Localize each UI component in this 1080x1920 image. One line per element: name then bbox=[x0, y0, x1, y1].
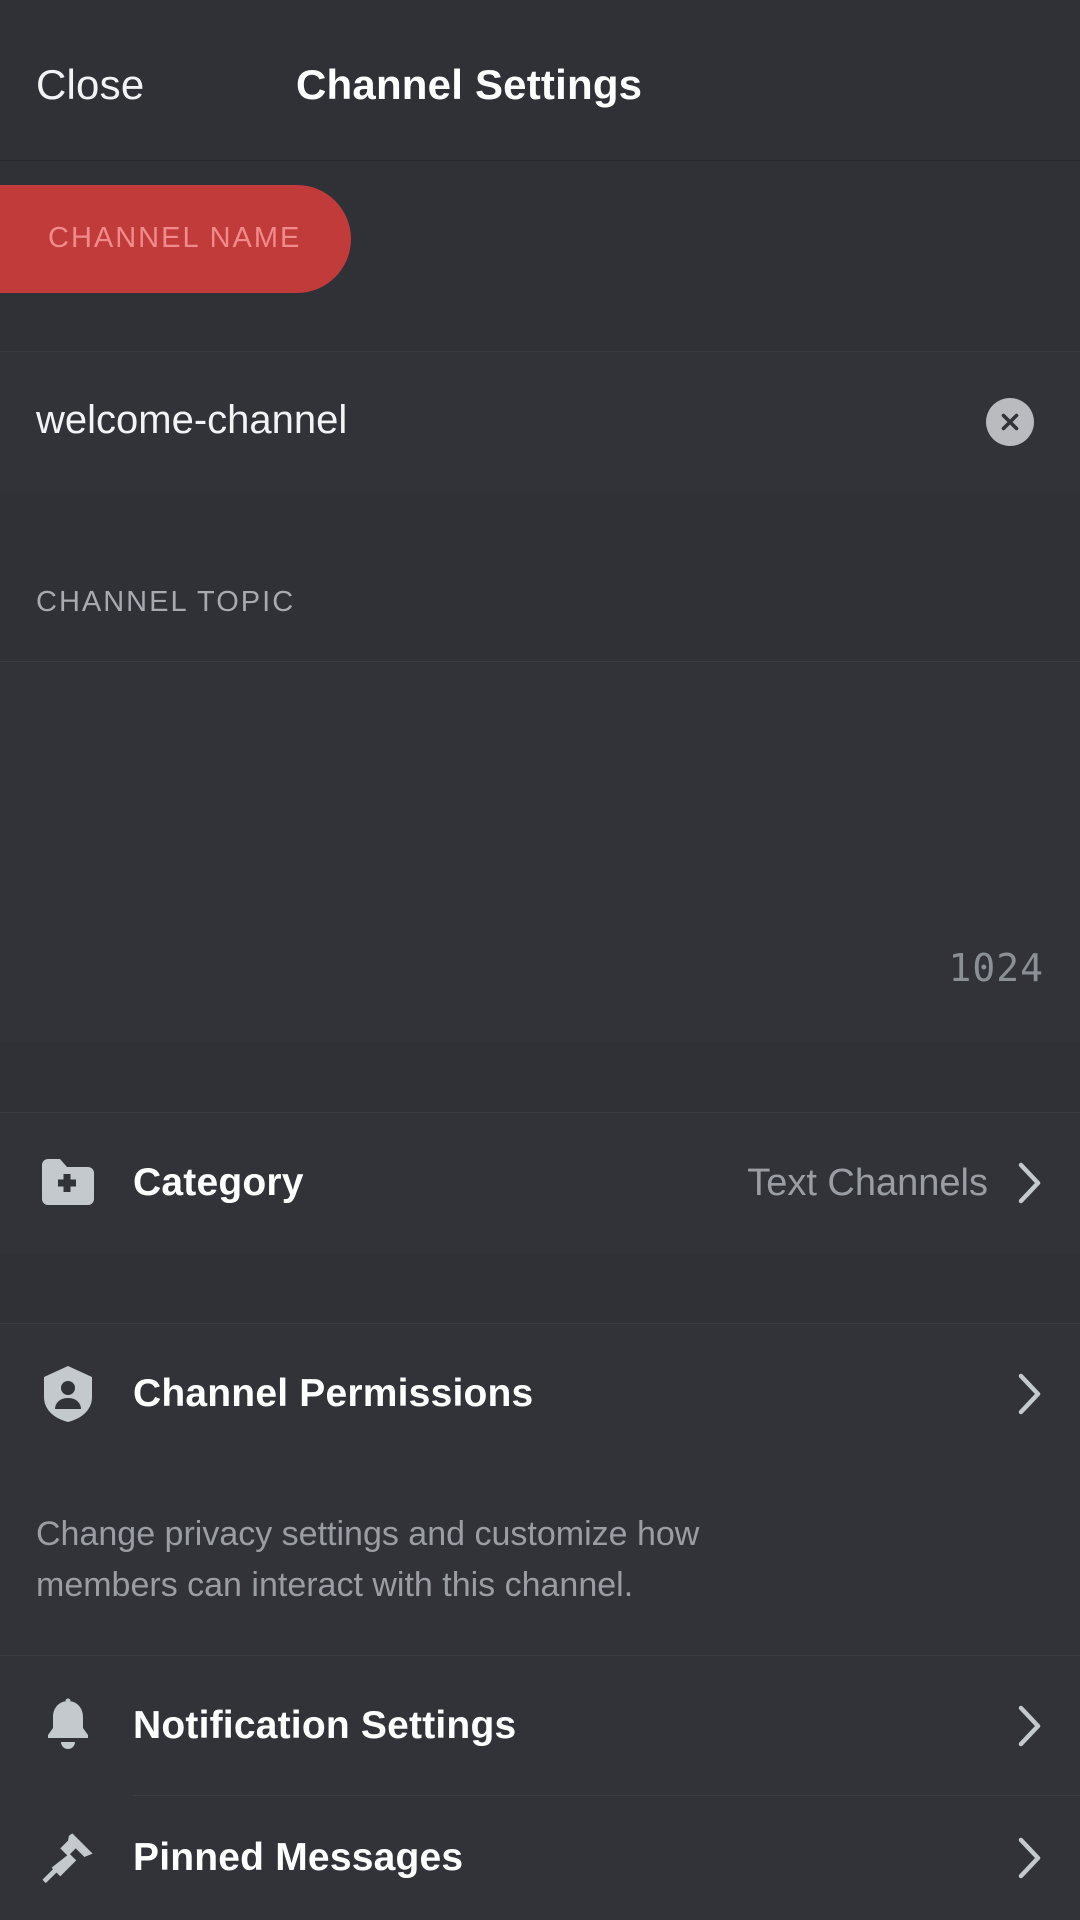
row-category-label: Category bbox=[133, 1161, 304, 1204]
channel-permissions-description-band: Change privacy settings and customize ho… bbox=[0, 1463, 1080, 1655]
close-circle-icon[interactable] bbox=[986, 398, 1034, 446]
chevron-right-icon bbox=[1016, 1161, 1044, 1205]
close-button[interactable]: Close bbox=[36, 60, 144, 110]
pin-icon bbox=[40, 1830, 96, 1886]
row-channel-permissions[interactable]: Channel Permissions bbox=[0, 1323, 1080, 1464]
row-notification-settings[interactable]: Notification Settings bbox=[0, 1655, 1080, 1796]
page-title: Channel Settings bbox=[296, 61, 643, 108]
bell-icon bbox=[40, 1698, 96, 1754]
chevron-right-icon bbox=[1016, 1372, 1044, 1416]
channel-topic-label: CHANNEL TOPIC bbox=[36, 586, 296, 618]
section-spacer-1 bbox=[0, 1042, 1080, 1112]
channel-name-label: CHANNEL NAME bbox=[48, 222, 302, 254]
channel-name-input-row[interactable]: welcome-channel bbox=[0, 351, 1080, 492]
chevron-right-icon bbox=[1016, 1704, 1044, 1748]
shield-person-icon bbox=[40, 1366, 96, 1422]
channel-name-input[interactable]: welcome-channel bbox=[36, 396, 347, 444]
channel-topic-label-band: CHANNEL TOPIC bbox=[0, 491, 1080, 661]
folder-plus-icon bbox=[40, 1155, 96, 1211]
section-spacer-2 bbox=[0, 1253, 1080, 1323]
row-pinned-messages[interactable]: Pinned Messages bbox=[0, 1796, 1080, 1920]
channel-permissions-description: Change privacy settings and customize ho… bbox=[36, 1515, 700, 1604]
chevron-right-icon bbox=[1016, 1836, 1044, 1880]
row-channel-permissions-label: Channel Permissions bbox=[133, 1372, 534, 1415]
row-pinned-messages-label: Pinned Messages bbox=[133, 1836, 464, 1879]
channel-settings-screen: Close Channel Settings CHANNEL NAME welc… bbox=[0, 0, 1080, 1920]
char-counter: 1024 bbox=[948, 946, 1044, 990]
channel-name-label-highlight: CHANNEL NAME bbox=[0, 185, 351, 293]
row-category[interactable]: Category Text Channels bbox=[0, 1112, 1080, 1254]
row-notification-settings-label: Notification Settings bbox=[133, 1704, 517, 1747]
screen-header: Close Channel Settings bbox=[0, 0, 1080, 161]
channel-topic-input[interactable]: 1024 bbox=[0, 661, 1080, 1043]
row-category-value: Text Channels bbox=[747, 1162, 988, 1204]
